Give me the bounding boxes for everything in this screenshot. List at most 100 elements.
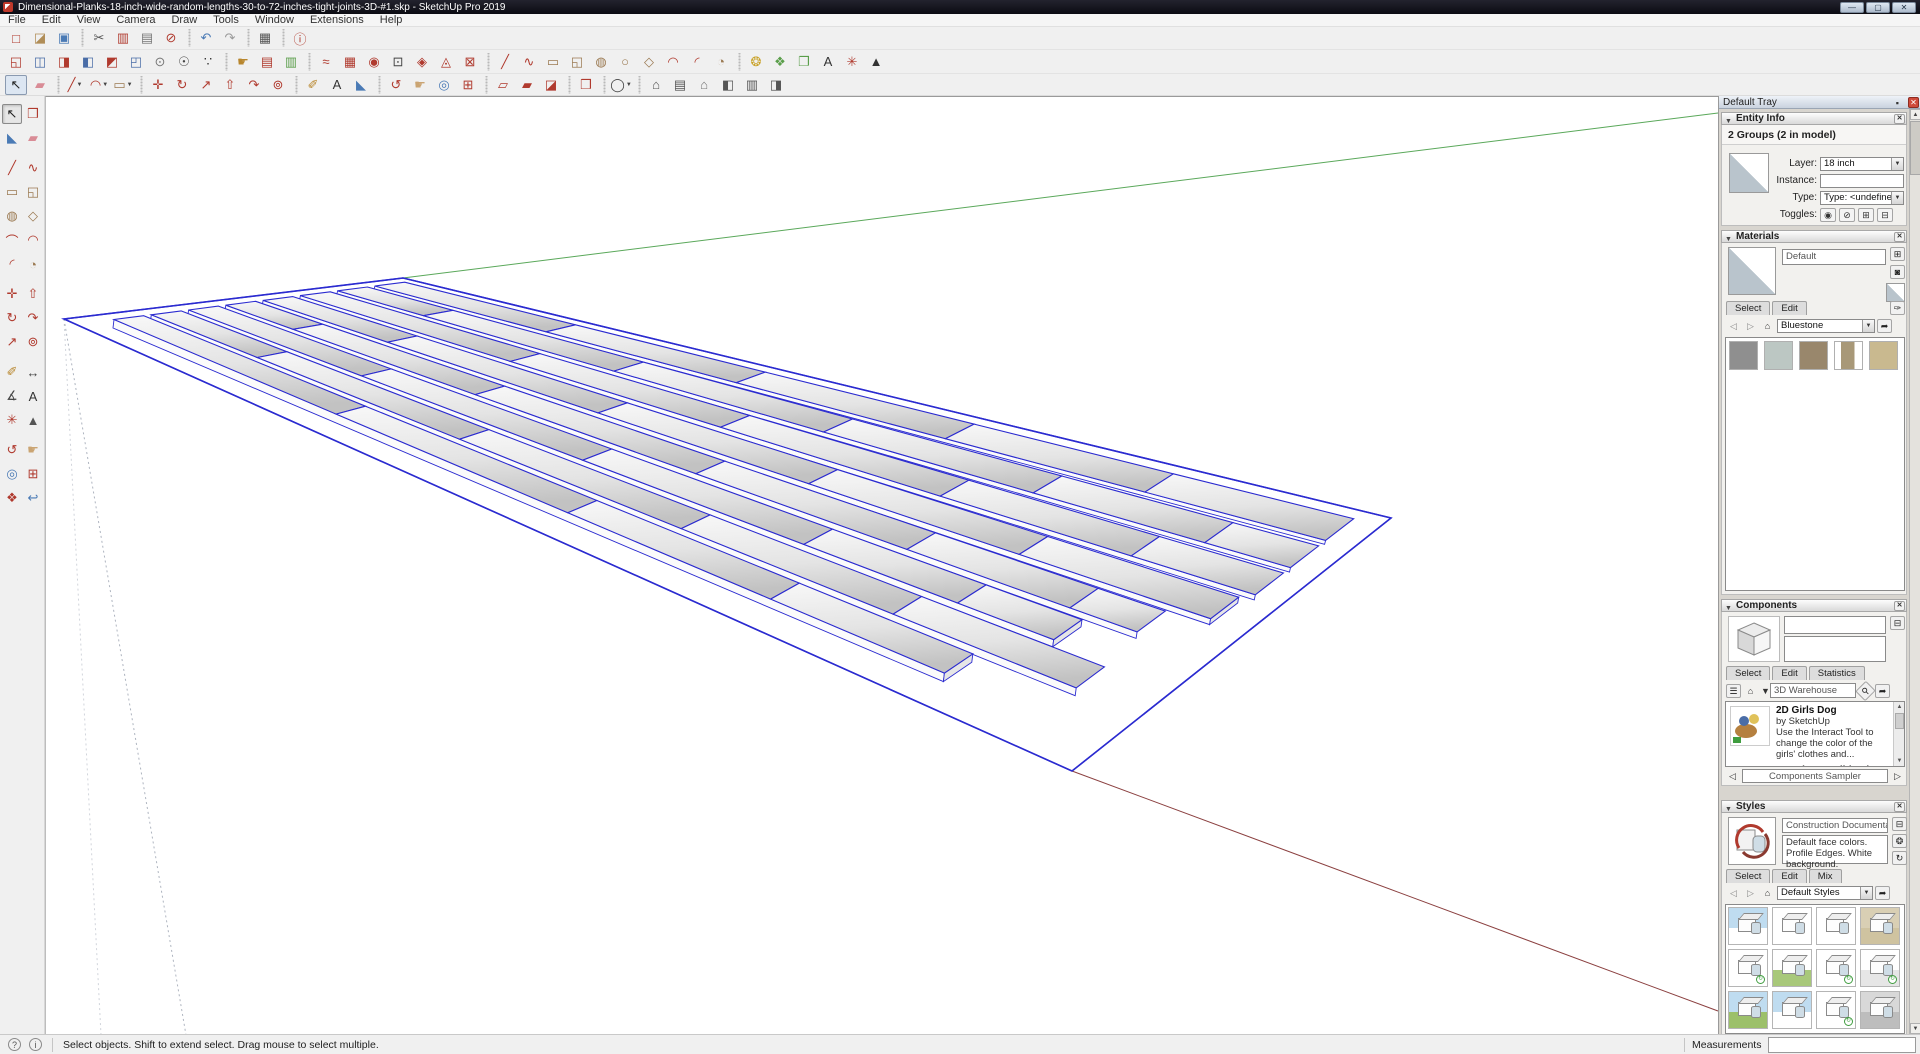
instance-field[interactable] xyxy=(1820,174,1904,188)
components-list-scrollbar[interactable]: ▲▼ xyxy=(1893,702,1904,766)
zoom-tool-icon[interactable]: ◎ xyxy=(433,75,455,95)
follow-me-tool-icon[interactable]: ↷ xyxy=(243,75,265,95)
component-name-field[interactable] xyxy=(1784,616,1886,634)
iso-view-tool-icon[interactable]: ⌂ xyxy=(645,75,667,95)
ellipse-tool-icon[interactable]: ○ xyxy=(614,52,636,72)
styles-collection-dropdown[interactable]: Default Styles▼ xyxy=(1777,886,1873,900)
rotate-tool-icon[interactable]: ↻ xyxy=(171,75,193,95)
cut-tool-icon[interactable]: ✂ xyxy=(88,28,110,48)
model-info-tool-icon[interactable]: ⓘ xyxy=(289,28,311,48)
freehand-tool-icon[interactable]: ∿ xyxy=(518,52,540,72)
component-list-item[interactable]: 3D Printer Build Volumeby SketchUp S... xyxy=(1726,762,1904,767)
display-section-planes-tool-icon[interactable]: ▰ xyxy=(516,75,538,95)
menu-item[interactable]: File xyxy=(0,14,34,27)
tray-close-button[interactable]: ✕ xyxy=(1908,97,1919,108)
sample-paint-icon[interactable]: ✑ xyxy=(1890,301,1905,315)
circle-tool-icon[interactable]: ◍ xyxy=(2,206,22,226)
pie-tool-icon[interactable]: ◔ xyxy=(710,52,732,72)
paint-bucket-tool-icon[interactable]: ◣ xyxy=(350,75,372,95)
zoom-tool-icon[interactable]: ◎ xyxy=(2,464,22,484)
pie-tool-icon[interactable]: ◔ xyxy=(23,254,43,274)
print-tool-icon[interactable]: ▦ xyxy=(254,28,276,48)
polygon-tool-icon[interactable]: ◇ xyxy=(638,52,660,72)
section-plane-tool-icon[interactable]: ▱ xyxy=(492,75,514,95)
menu-item[interactable]: Edit xyxy=(34,14,69,27)
toggle-terrain-tool-icon[interactable]: ❖ xyxy=(769,52,791,72)
add-detail-tool-icon[interactable]: ◬ xyxy=(435,52,457,72)
redo-tool-icon[interactable]: ↷ xyxy=(219,28,241,48)
follow-me-tool-icon[interactable]: ↷ xyxy=(23,308,43,328)
paint-bucket-tool-icon[interactable]: ◣ xyxy=(2,128,22,148)
component-desc-field[interactable] xyxy=(1784,636,1886,662)
view-in-warehouse-button[interactable]: ➦ xyxy=(1875,684,1890,698)
smoove-tool-icon[interactable]: ◉ xyxy=(363,52,385,72)
menu-item[interactable]: Draw xyxy=(163,14,205,27)
sandbox-from-contours-tool-icon[interactable]: ≈ xyxy=(315,52,337,72)
erase-tool-icon[interactable]: ⊘ xyxy=(160,28,182,48)
eraser-tool-icon[interactable]: ▰ xyxy=(23,128,43,148)
style-tile[interactable] xyxy=(1860,907,1900,945)
style-tile[interactable] xyxy=(1728,907,1768,945)
dimension-tool-icon[interactable]: ↔ xyxy=(23,362,43,382)
material-name-field[interactable]: Default xyxy=(1782,249,1886,265)
style-tile[interactable]: ↻ xyxy=(1816,991,1856,1029)
view-options-button[interactable]: ☰ xyxy=(1726,684,1741,698)
materials-header[interactable]: ▼ Materials ✕ xyxy=(1721,230,1907,243)
move-tool-icon[interactable]: ✛ xyxy=(147,75,169,95)
components-header[interactable]: ▼ Components ✕ xyxy=(1721,599,1907,612)
stamp-tool-icon[interactable]: ⊡ xyxy=(387,52,409,72)
line-tool-icon[interactable]: ╱ xyxy=(494,52,516,72)
polygon-tool-icon[interactable]: ◇ xyxy=(23,206,43,226)
make-component-tool-icon[interactable]: ❒ xyxy=(23,104,43,124)
collection-details-button[interactable]: ➦ xyxy=(1877,319,1892,333)
measurements-input[interactable] xyxy=(1768,1037,1916,1053)
geolocation-icon[interactable]: ? xyxy=(8,1038,21,1051)
tray-scrollbar[interactable]: ▲ ▼ xyxy=(1909,109,1920,1034)
paste-tool-icon[interactable]: ▤ xyxy=(136,28,158,48)
chevron-down-icon[interactable]: ▼ xyxy=(1760,684,1768,698)
style-tile[interactable]: ↻ xyxy=(1816,949,1856,987)
style-tile[interactable] xyxy=(1772,907,1812,945)
3d-text-tool-icon[interactable]: ▲ xyxy=(865,52,887,72)
drape-tool-icon[interactable]: ◈ xyxy=(411,52,433,72)
3d-text-tool-icon[interactable]: ▲ xyxy=(23,410,43,430)
scroll-up-icon[interactable]: ▲ xyxy=(1910,109,1920,120)
look-around-tool-icon[interactable]: ◯▼ xyxy=(610,75,632,95)
styles-tab[interactable]: Select xyxy=(1726,869,1770,883)
push-pull-tool-icon[interactable]: ⇧ xyxy=(219,75,241,95)
select-tool-icon[interactable]: ↖ xyxy=(5,75,27,95)
zoom-window-tool-icon[interactable]: ⊞ xyxy=(23,464,43,484)
back-view-tool-icon[interactable]: ▥ xyxy=(741,75,763,95)
zoom-window-tool-icon[interactable]: ⊞ xyxy=(457,75,479,95)
left-view-tool-icon[interactable]: ◨ xyxy=(765,75,787,95)
scroll-thumb[interactable] xyxy=(1910,121,1920,175)
default-material-thumb[interactable] xyxy=(1886,283,1905,302)
style-tile[interactable] xyxy=(1860,991,1900,1029)
right-view-tool-icon[interactable]: ◧ xyxy=(717,75,739,95)
axes-tool-icon[interactable]: ✳ xyxy=(841,52,863,72)
style-tile[interactable]: ↻ xyxy=(1728,949,1768,987)
set-default-material-button[interactable]: ◙ xyxy=(1890,265,1905,279)
forward-arrow-icon[interactable]: ▷ xyxy=(1743,886,1758,900)
styles-tab[interactable]: Mix xyxy=(1809,869,1842,883)
materials-close-button[interactable]: ✕ xyxy=(1894,232,1905,242)
chevron-down-icon[interactable]: ▼ xyxy=(76,82,82,88)
style-builder-icon[interactable]: ❂ xyxy=(1892,834,1907,848)
pan-tool-icon[interactable]: ☛ xyxy=(409,75,431,95)
photo-textures-tool-icon[interactable]: ❐ xyxy=(793,52,815,72)
prev-collection-icon[interactable]: ◁ xyxy=(1725,769,1740,783)
rectangle-tool-icon[interactable]: ▭▼ xyxy=(112,75,134,95)
2-point-arc-tool-icon[interactable]: ◠ xyxy=(662,52,684,72)
axes-tool-icon[interactable]: ✳ xyxy=(2,410,22,430)
menu-item[interactable]: Window xyxy=(247,14,302,27)
component-attributes-tool-icon[interactable]: ▥ xyxy=(280,52,302,72)
rotated-rectangle-tool-icon[interactable]: ◱ xyxy=(23,182,43,202)
subtract-tool-icon[interactable]: ◧ xyxy=(77,52,99,72)
update-style-icon[interactable]: ↻ xyxy=(1892,851,1907,865)
rotate-tool-icon[interactable]: ↻ xyxy=(2,308,22,328)
styles-close-button[interactable]: ✕ xyxy=(1894,802,1905,812)
tape-measure-tool-icon[interactable]: ✐ xyxy=(302,75,324,95)
collection-details-button[interactable]: ➦ xyxy=(1875,886,1890,900)
split-tool-icon[interactable]: ◰ xyxy=(125,52,147,72)
front-view-tool-icon[interactable]: ⌂ xyxy=(693,75,715,95)
